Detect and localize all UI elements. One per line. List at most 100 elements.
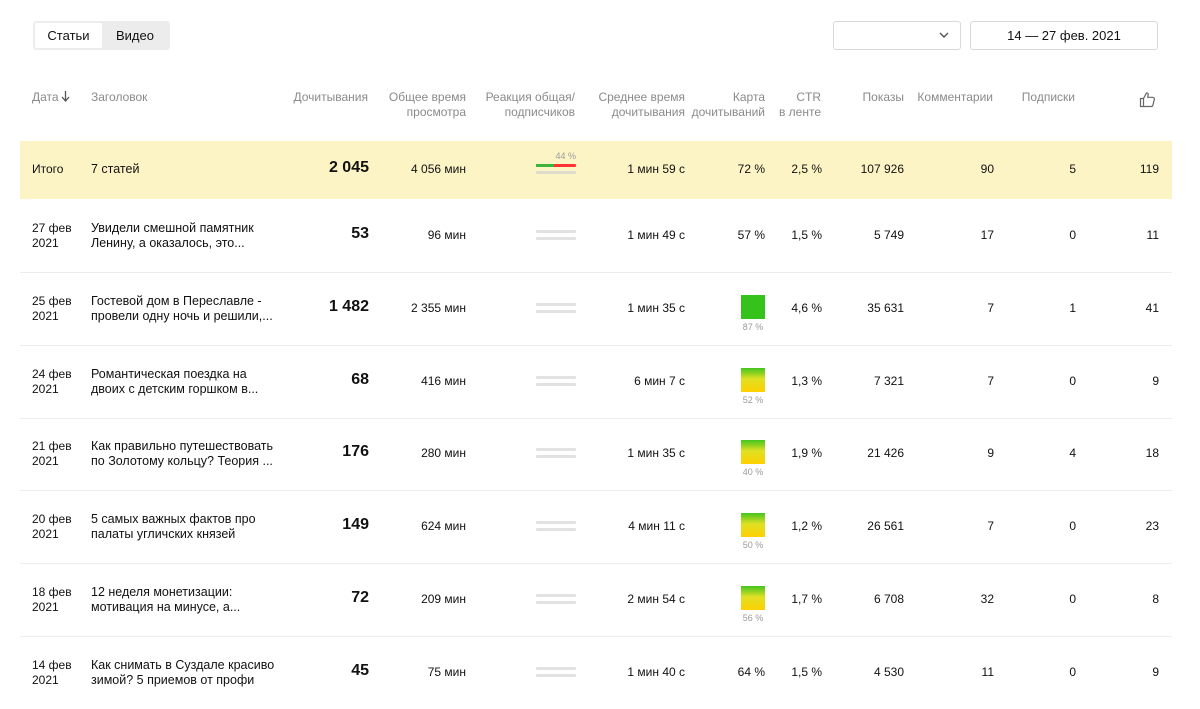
row-likes: 23 (1145, 519, 1159, 533)
column-header-view-time[interactable]: Общее время просмотра (389, 90, 466, 120)
column-header-comments[interactable]: Комментарии (917, 90, 993, 105)
row-title[interactable]: 12 неделя монетизации: мотивация на минус… (91, 585, 281, 615)
article-row[interactable]: 20 фев 2021 5 самых важных фактов про палат… (20, 490, 1172, 564)
row-read-map-percent: 56 % (742, 613, 764, 623)
row-reaction (536, 302, 576, 316)
row-title-line1: Увидели смешной памятник (91, 221, 254, 235)
read-map-swatch (741, 368, 765, 392)
row-reaction-bar-subscribers (536, 237, 576, 240)
read-map-swatch (741, 295, 765, 319)
row-comments: 7 (987, 519, 994, 533)
row-date: 21 фев 2021 (32, 439, 82, 469)
row-shows: 5 749 (873, 228, 904, 242)
row-date: 25 фев 2021 (32, 294, 82, 324)
total-subscriptions: 5 (1069, 162, 1076, 176)
row-title-line2: мотивация на минусе, а... (91, 600, 241, 614)
article-row[interactable]: 27 фев 2021 Увидели смешной памятник Ленину… (20, 200, 1172, 273)
row-reads: 72 (351, 589, 369, 606)
tab-articles[interactable]: Статьи (35, 23, 102, 48)
tab-video[interactable]: Видео (102, 23, 168, 48)
reaction-bar-subscribers (536, 171, 576, 174)
column-header-ctr-line2: в ленте (778, 105, 821, 119)
row-date-year: 2021 (32, 600, 59, 614)
row-ctr: 1,7 % (791, 592, 822, 606)
row-shows: 4 530 (873, 665, 904, 679)
row-read-map: 64 % (737, 665, 765, 679)
column-header-date[interactable]: Дата (32, 90, 70, 105)
row-avg-time: 1 мин 49 с (627, 228, 685, 242)
article-row[interactable]: 21 фев 2021 Как правильно путешествовать по… (20, 418, 1172, 491)
total-row: Итого 7 статей 2 045 4 056 мин 44 % 1 ми… (20, 141, 1172, 199)
article-row[interactable]: 25 фев 2021 Гостевой дом в Переславле - про… (20, 272, 1172, 346)
article-row[interactable]: 24 фев 2021 Романтическая поездка на двоих … (20, 345, 1172, 419)
thumbs-up-icon[interactable] (1139, 91, 1156, 108)
row-avg-time: 6 мин 7 с (634, 374, 685, 388)
total-articles-count: 7 статей (91, 162, 140, 176)
row-ctr: 1,9 % (791, 446, 822, 460)
article-row[interactable]: 14 фев 2021 Как снимать в Суздале красиво з… (20, 636, 1172, 709)
row-date-day: 14 фев (32, 658, 72, 672)
total-comments: 90 (980, 162, 994, 176)
row-read-map-percent: 87 % (742, 322, 764, 332)
column-header-read-map[interactable]: Карта дочитываний (692, 90, 765, 120)
row-title[interactable]: Романтическая поездка на двоих с детским … (91, 367, 281, 397)
total-shows: 107 926 (860, 162, 904, 176)
row-title-line1: 12 неделя монетизации: (91, 585, 233, 599)
row-reaction (536, 229, 576, 243)
column-header-read-map-line1: Карта (732, 90, 765, 104)
row-title[interactable]: Как правильно путешествовать по Золотому … (91, 439, 281, 469)
row-date-day: 18 фев (32, 585, 72, 599)
row-view-time: 209 мин (421, 592, 466, 606)
row-title-line2: палаты угличских князей (91, 527, 236, 541)
column-header-ctr-line1: CTR (796, 90, 821, 104)
date-range-picker[interactable]: 14 — 27 фев. 2021 (970, 21, 1158, 50)
row-reaction-bar-subscribers (536, 383, 576, 386)
row-likes: 8 (1152, 592, 1159, 606)
row-avg-time: 1 мин 40 с (627, 665, 685, 679)
column-header-shows[interactable]: Показы (863, 90, 904, 105)
row-title-line1: Гостевой дом в Переславле - (91, 294, 262, 308)
row-title[interactable]: 5 самых важных фактов про палаты угличски… (91, 512, 281, 542)
filter-select[interactable] (833, 21, 961, 50)
row-title-line1: Как правильно путешествовать (91, 439, 273, 453)
row-date-day: 24 фев (32, 367, 72, 381)
column-header-reaction[interactable]: Реакция общая/ подписчиков (486, 90, 575, 120)
row-reads: 45 (351, 662, 369, 679)
row-ctr: 1,3 % (791, 374, 822, 388)
total-likes: 119 (1139, 162, 1159, 176)
column-header-subscriptions[interactable]: Подписки (1022, 90, 1075, 105)
row-reads: 53 (351, 225, 369, 242)
row-reaction-bar-total (536, 594, 576, 597)
row-title[interactable]: Как снимать в Суздале красиво зимой? 5 пр… (91, 658, 281, 688)
row-reaction-bar-total (536, 521, 576, 524)
row-avg-time: 1 мин 35 с (627, 446, 685, 460)
total-read-map: 72 % (737, 162, 765, 176)
row-reaction-bar-subscribers (536, 528, 576, 531)
reaction-bar-total (536, 164, 576, 167)
row-comments: 9 (987, 446, 994, 460)
column-header-title[interactable]: Заголовок (91, 90, 147, 105)
row-date-day: 25 фев (32, 294, 72, 308)
row-title[interactable]: Увидели смешной памятник Ленину, а оказал… (91, 221, 281, 251)
row-title-line1: Как снимать в Суздале красиво (91, 658, 275, 672)
row-reaction (536, 375, 576, 389)
row-date: 20 фев 2021 (32, 512, 82, 542)
column-header-reads[interactable]: Дочитывания (294, 90, 369, 105)
row-title-line1: Романтическая поездка на (91, 367, 247, 381)
row-likes: 9 (1152, 374, 1159, 388)
total-label: Итого (32, 162, 64, 176)
row-shows: 35 631 (867, 301, 904, 315)
column-header-avg-time[interactable]: Среднее время дочитывания (598, 90, 685, 120)
article-row[interactable]: 18 фев 2021 12 неделя монетизации: мотиваци… (20, 563, 1172, 637)
read-map-swatch (741, 513, 765, 537)
row-reaction-bar-subscribers (536, 601, 576, 604)
row-reaction-bar-total (536, 448, 576, 451)
row-title[interactable]: Гостевой дом в Переславле - провели одну … (91, 294, 281, 324)
row-title-line2: провели одну ночь и решили,... (91, 309, 273, 323)
column-header-ctr[interactable]: CTR в ленте (779, 90, 821, 120)
column-header-read-map-line2: дочитываний (691, 105, 765, 119)
column-header-date-label: Дата (32, 90, 59, 104)
total-reads: 2 045 (328, 159, 369, 176)
row-reads: 1 482 (328, 298, 369, 315)
row-view-time: 624 мин (421, 519, 466, 533)
